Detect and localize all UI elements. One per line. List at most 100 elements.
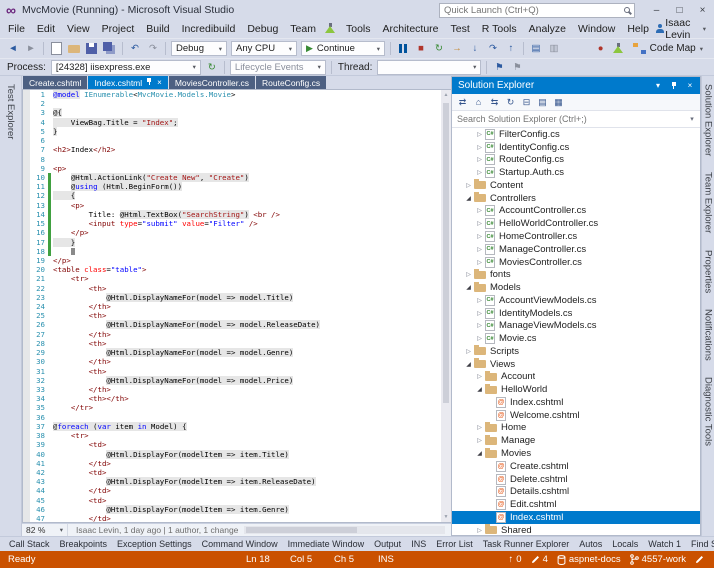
breakpoint-margin[interactable] [23,431,30,441]
tree-item-welcome-cshtml[interactable]: @ Welcome.cshtml [452,409,700,422]
process-combo[interactable]: [24328] iisexpress.exe ▾ [50,59,201,75]
solution-explorer-search-input[interactable] [452,114,684,124]
bottom-tab-command-window[interactable]: Command Window [197,539,283,549]
code-line[interactable]: 41 </td> [23,458,441,468]
collapse-icon[interactable]: ◢ [475,386,484,393]
menu-debug[interactable]: Debug [241,21,284,37]
tree-item-identityconfig-cs[interactable]: ▷ C# IdentityConfig.cs [452,141,700,154]
code-area[interactable]: 1 @model IEnumerable<MvcMovie.Models.Movi… [23,90,441,522]
breakpoint-margin[interactable] [23,311,30,321]
expand-icon[interactable]: ▷ [475,220,484,227]
show-next-statement-icon[interactable]: → [449,41,465,57]
collapse-icon[interactable]: ◢ [464,195,473,202]
breakpoint-margin[interactable] [23,302,30,312]
quick-launch-box[interactable] [439,2,635,18]
tree-item-details-cshtml[interactable]: @ Details.cshtml [452,485,700,498]
code-line[interactable]: 2 [23,99,441,109]
tree-item-accountviewmodels-cs[interactable]: ▷ C# AccountViewModels.cs [452,294,700,307]
tool-tab-solution-explorer[interactable]: Solution Explorer [702,76,714,164]
tool-tab-properties[interactable]: Properties [702,242,714,301]
menu-test[interactable]: Test [445,21,476,37]
tree-item-manageviewmodels-cs[interactable]: ▷ C# ManageViewModels.cs [452,319,700,332]
code-line[interactable]: 46 @Html.DisplayFor(modelItem => item.Ge… [23,504,441,515]
breakpoint-margin[interactable] [23,117,30,127]
tree-item-movie-cs[interactable]: ▷ C# Movie.cs [452,332,700,345]
code-line[interactable]: 39 <td> [23,440,441,450]
code-line[interactable]: 31 <th> [23,366,441,376]
menu-analyze[interactable]: Analyze [523,21,572,37]
expand-icon[interactable]: ▷ [475,424,484,431]
tool-tab-test-explorer[interactable]: Test Explorer [4,76,17,147]
combo-debug_target[interactable]: Debug ▾ [171,41,227,56]
pin-icon[interactable] [667,81,681,90]
breakpoint-margin[interactable] [23,136,30,146]
code-line[interactable]: 37 @foreach (var item in Model) { [23,421,441,432]
breakpoint-margin[interactable] [23,357,30,367]
code-line[interactable]: 40 @Html.DisplayFor(modelItem => item.Ti… [23,449,441,459]
code-line[interactable]: 1 @model IEnumerable<MvcMovie.Models.Movi… [23,90,441,100]
breakpoint-margin[interactable] [23,366,30,376]
scroll-up-icon[interactable]: ▲ [444,92,449,98]
breakpoint-margin[interactable] [23,191,30,201]
lifecycle-events-combo[interactable]: Lifecycle Events ▾ [229,59,326,75]
tree-item-index-cshtml[interactable]: @ Index.cshtml [452,396,700,409]
continue-button[interactable]: ▶ Continue ▾ [301,41,385,56]
breakpoint-margin[interactable] [23,385,30,395]
menu-team[interactable]: Team [284,21,322,37]
expand-icon[interactable]: ▷ [475,259,484,266]
breakpoint-margin[interactable] [23,458,30,468]
code-line[interactable]: 42 <td> [23,467,441,478]
commits-ahead[interactable]: ↑ 0 [509,554,522,565]
code-line[interactable]: 25 <th> [23,311,441,321]
scrollbar-thumb[interactable] [443,103,449,403]
tree-item-account[interactable]: ▷ Account [452,370,700,384]
breakpoint-margin[interactable] [23,477,30,487]
horizontal-scrollbar[interactable] [244,526,445,534]
code-line[interactable]: 17 } [23,237,441,247]
breakpoint-margin[interactable] [23,90,30,100]
bottom-tab-output[interactable]: Output [369,539,406,549]
chevron-down-icon[interactable]: ▾ [684,115,700,123]
editor[interactable]: 1 @model IEnumerable<MvcMovie.Models.Movi… [22,89,451,523]
breakpoint-margin[interactable] [23,329,30,339]
breakpoint-margin[interactable] [23,108,30,118]
tree-item-helloworldcontroller-cs[interactable]: ▷ C# HelloWorldController.cs [452,217,700,230]
code-line[interactable]: 9 <p> [23,163,441,173]
breakpoint-margin[interactable] [23,154,30,164]
tree-item-filterconfig-cs[interactable]: ▷ C# FilterConfig.cs [452,128,700,141]
code-line[interactable]: 38 <tr> [23,431,441,441]
tree-item-helloworld[interactable]: ◢ HelloWorld [452,383,700,396]
code-line[interactable]: 36 [23,412,441,422]
code-line[interactable]: 4 ViewBag.Title = "Index"; [23,117,441,127]
forward-icon[interactable]: ► [23,41,39,57]
code-line[interactable]: 12 { [23,191,441,201]
tree-item-startup-auth-cs[interactable]: ▷ C# Startup.Auth.cs [452,166,700,179]
sync-with-active-document-icon[interactable]: ⇆ [487,97,502,108]
breakpoint-margin[interactable] [23,99,30,109]
code-line[interactable]: 16 </p> [23,228,441,238]
bottom-tab-call-stack[interactable]: Call Stack [4,539,55,549]
expand-icon[interactable]: ▷ [475,131,484,138]
code-line[interactable]: 7 <h2>Index</h2> [23,145,441,155]
breakpoint-margin[interactable] [23,348,30,358]
expand-icon[interactable]: ▷ [475,144,484,151]
vertical-scrollbar[interactable]: ▲ ▼ [441,90,451,522]
tree-item-home[interactable]: ▷ Home [452,421,700,435]
tree-item-delete-cshtml[interactable]: @ Delete.cshtml [452,473,700,486]
back-icon[interactable]: ◄ [5,41,21,57]
expand-icon[interactable]: ▷ [464,182,473,189]
code-line[interactable]: 35 </tr> [23,403,441,413]
code-line[interactable]: 30 </th> [23,357,441,367]
window-position-icon[interactable]: ▾ [651,81,665,90]
show-all-files-icon[interactable]: ▤ [535,97,550,108]
tree-item-shared[interactable]: ▷ Shared [452,524,700,535]
breakpoint-margin[interactable] [23,449,30,459]
expand-icon[interactable]: ▷ [475,156,484,163]
undo-icon[interactable]: ↶ [127,41,143,57]
save-icon[interactable] [84,41,100,57]
menu-build[interactable]: Build [140,21,175,37]
breakpoint-margin[interactable] [23,228,30,238]
bottom-tab-watch-1[interactable]: Watch 1 [643,539,686,549]
code-line[interactable]: 26 @Html.DisplayNameFor(model => model.R… [23,320,441,330]
breakpoint-margin[interactable] [23,265,30,275]
